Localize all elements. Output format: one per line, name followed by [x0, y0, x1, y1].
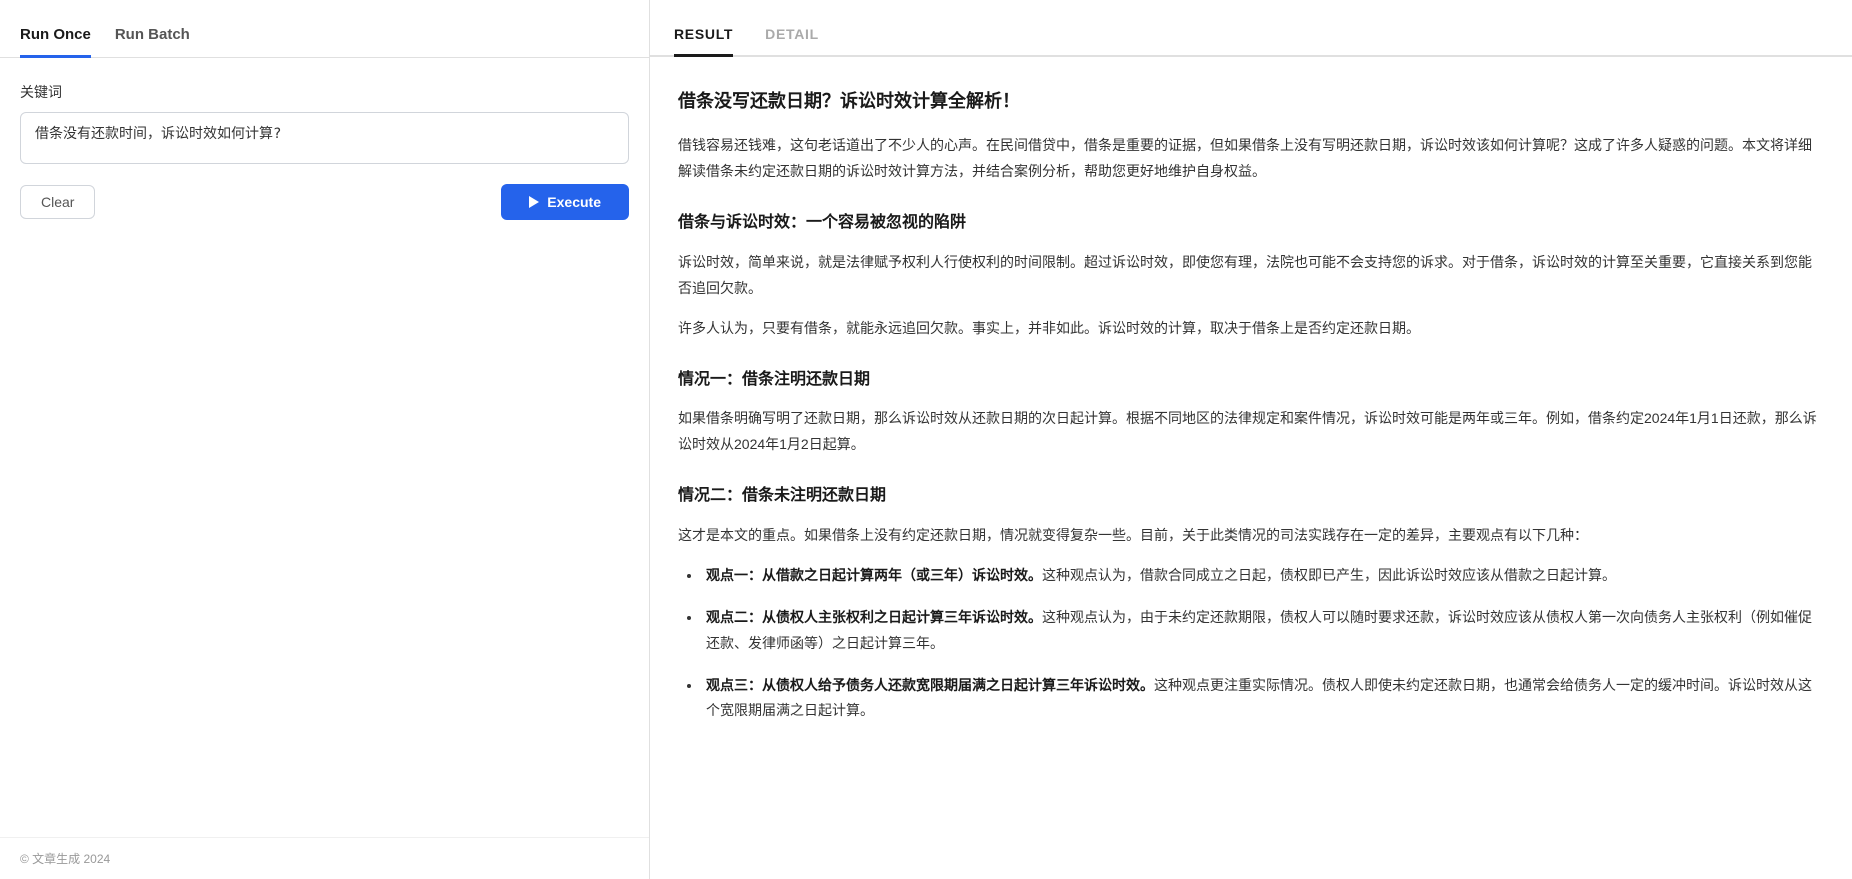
tab-run-once[interactable]: Run Once	[20, 16, 91, 58]
play-icon	[529, 196, 539, 208]
field-label: 关键词	[20, 82, 629, 102]
tab-result[interactable]: RESULT	[674, 16, 733, 57]
left-panel: Run Once Run Batch 关键词 Clear Execute © 文…	[0, 0, 650, 879]
result-tab-bar: RESULT DETAIL	[650, 0, 1852, 57]
article-title: 借条没写还款日期？诉讼时效计算全解析！	[678, 85, 1824, 117]
section2-title: 情况一：借条注明还款日期	[678, 366, 1824, 395]
keyword-input[interactable]	[20, 112, 629, 164]
button-row: Clear Execute	[20, 184, 629, 220]
viewpoint-item: 观点一：从借款之日起计算两年（或三年）诉讼时效。这种观点认为，借款合同成立之日起…	[702, 563, 1824, 589]
execute-button[interactable]: Execute	[501, 184, 629, 220]
viewpoint-item: 观点三：从债权人给予债务人还款宽限期届满之日起计算三年诉讼时效。这种观点更注重实…	[702, 673, 1824, 725]
section2-p1: 如果借条明确写明了还款日期，那么诉讼时效从还款日期的次日起计算。根据不同地区的法…	[678, 406, 1824, 458]
tab-run-batch[interactable]: Run Batch	[115, 16, 190, 58]
tab-bar: Run Once Run Batch	[0, 0, 649, 58]
viewpoints-list: 观点一：从借款之日起计算两年（或三年）诉讼时效。这种观点认为，借款合同成立之日起…	[702, 563, 1824, 724]
section1-title: 借条与诉讼时效：一个容易被忽视的陷阱	[678, 209, 1824, 238]
execute-label: Execute	[547, 194, 601, 210]
section1-p2: 许多人认为，只要有借条，就能永远追回欠款。事实上，并非如此。诉讼时效的计算，取决…	[678, 316, 1824, 342]
left-content: 关键词 Clear Execute	[0, 58, 649, 837]
section1-p1: 诉讼时效，简单来说，就是法律赋予权利人行使权利的时间限制。超过诉讼时效，即使您有…	[678, 250, 1824, 302]
clear-button[interactable]: Clear	[20, 185, 95, 219]
section3-title: 情况二：借条未注明还款日期	[678, 482, 1824, 511]
article-intro: 借钱容易还钱难，这句老话道出了不少人的心声。在民间借贷中，借条是重要的证据，但如…	[678, 133, 1824, 185]
result-content: 借条没写还款日期？诉讼时效计算全解析！ 借钱容易还钱难，这句老话道出了不少人的心…	[650, 57, 1852, 879]
right-panel: RESULT DETAIL 借条没写还款日期？诉讼时效计算全解析！ 借钱容易还钱…	[650, 0, 1852, 879]
section3-intro: 这才是本文的重点。如果借条上没有约定还款日期，情况就变得复杂一些。目前，关于此类…	[678, 523, 1824, 549]
footer: © 文章生成 2024	[0, 837, 649, 879]
viewpoint-item: 观点二：从债权人主张权利之日起计算三年诉讼时效。这种观点认为，由于未约定还款期限…	[702, 605, 1824, 657]
tab-detail[interactable]: DETAIL	[765, 16, 819, 57]
